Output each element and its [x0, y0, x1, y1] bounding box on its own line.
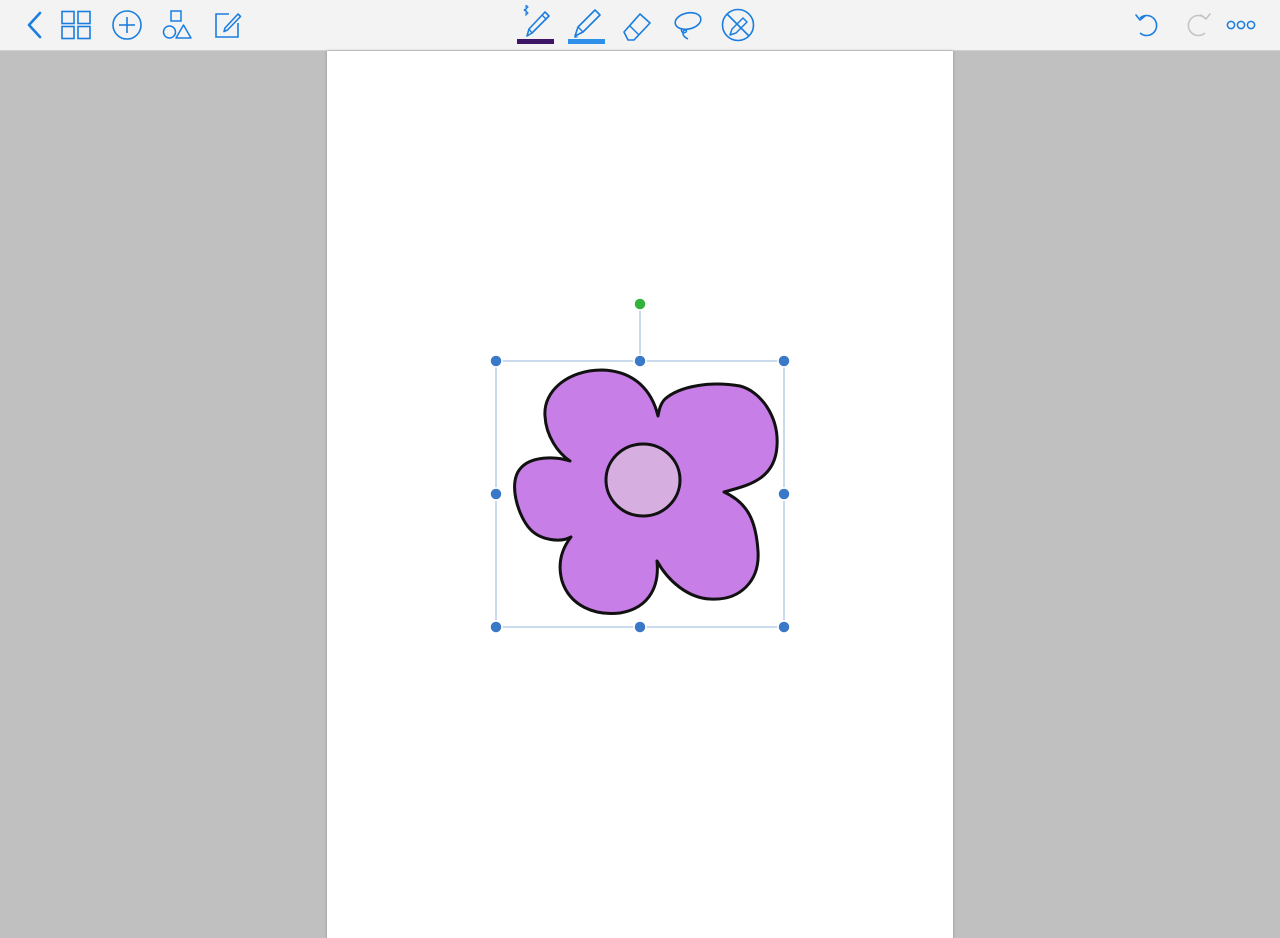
bluetooth-pen-tool[interactable] [517, 4, 554, 44]
highlighter-tool[interactable] [568, 4, 605, 44]
back-chevron-icon [25, 11, 45, 39]
top-toolbar [0, 0, 1280, 51]
resize-handle-top-right[interactable] [777, 354, 791, 368]
resize-handle-right[interactable] [777, 487, 791, 501]
undo-button[interactable] [1129, 7, 1165, 43]
thumbnails-grid-icon [60, 10, 92, 40]
canvas-area[interactable] [0, 51, 1280, 938]
edit-note-icon [211, 9, 243, 41]
shapes-button[interactable] [159, 7, 195, 43]
disable-pen-tool[interactable] [720, 7, 756, 43]
add-button[interactable] [109, 7, 145, 43]
pen-disabled-icon [721, 8, 755, 42]
resize-handle-top[interactable] [633, 354, 647, 368]
more-icon [1226, 19, 1256, 31]
lasso-icon [670, 8, 704, 42]
highlighter-color-indicator [568, 39, 605, 44]
shapes-icon [161, 9, 193, 41]
undo-icon [1132, 10, 1162, 40]
resize-handle-top-left[interactable] [489, 354, 503, 368]
edit-note-button[interactable] [209, 7, 245, 43]
resize-handle-bottom[interactable] [633, 620, 647, 634]
note-page[interactable] [327, 51, 953, 938]
redo-icon [1183, 10, 1213, 40]
pen-icon [517, 5, 553, 39]
pen-color-indicator [517, 39, 554, 44]
back-button[interactable] [17, 7, 53, 43]
highlighter-icon [568, 5, 604, 39]
rotate-handle[interactable] [633, 297, 647, 311]
eraser-icon [620, 8, 654, 42]
lasso-tool[interactable] [669, 7, 705, 43]
eraser-tool[interactable] [619, 7, 655, 43]
resize-handle-left[interactable] [489, 487, 503, 501]
more-button[interactable] [1223, 7, 1259, 43]
thumbnails-button[interactable] [58, 7, 94, 43]
resize-handle-bottom-left[interactable] [489, 620, 503, 634]
add-circle-icon [111, 9, 143, 41]
resize-handle-bottom-right[interactable] [777, 620, 791, 634]
redo-button[interactable] [1180, 7, 1216, 43]
